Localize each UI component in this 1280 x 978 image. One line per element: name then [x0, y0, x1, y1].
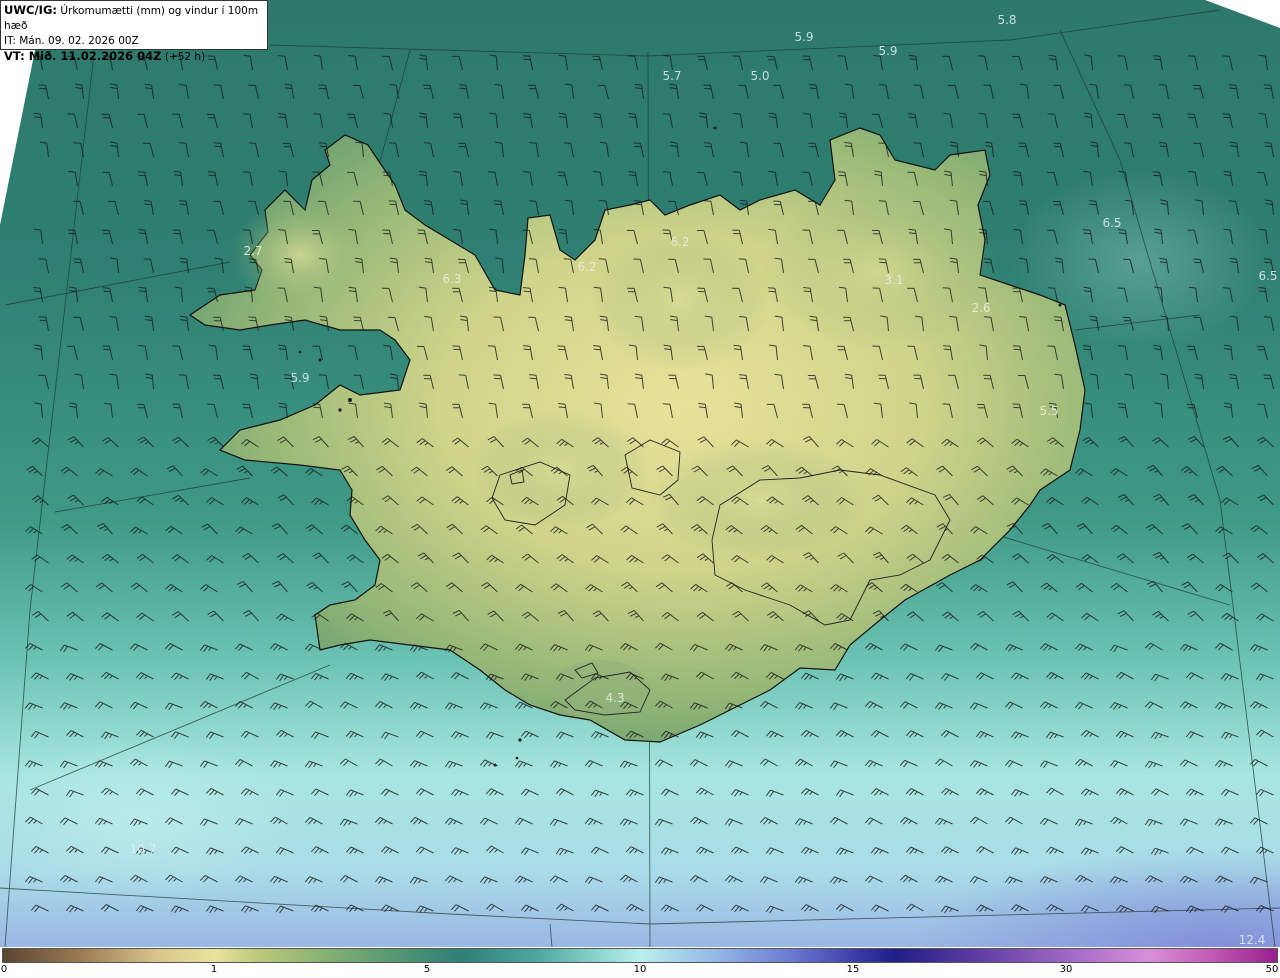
colorbar-tick-label: 50 [1265, 964, 1279, 975]
init-time: IT: Mán. 09. 02. 2026 00Z [4, 35, 139, 47]
colorbar-gradient [2, 948, 1278, 963]
colorbar-tick-label: 1 [210, 964, 218, 975]
colorbar: 0 1 5 10 15 30 50 [0, 947, 1280, 978]
colorbar-tick-label: 0 [0, 964, 8, 975]
colorbar-tick-label: 5 [423, 964, 431, 975]
colorbar-tick-label: 30 [1059, 964, 1073, 975]
product-code: UWC/IG: [4, 3, 57, 17]
weather-map [0, 0, 1280, 947]
colorbar-tick-label: 10 [633, 964, 647, 975]
map-header: UWC/IG: Úrkomumætti (mm) og vindur í 100… [0, 0, 268, 63]
valid-time: VT: Mið. 11.02.2026 04Z [4, 49, 162, 63]
valid-offset: (+52 h) [164, 51, 206, 63]
colorbar-tick-label: 15 [846, 964, 860, 975]
